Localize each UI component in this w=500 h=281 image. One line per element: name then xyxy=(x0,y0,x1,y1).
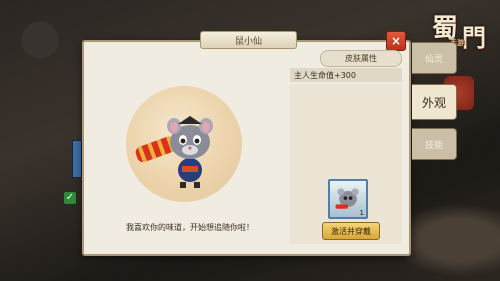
tab-label: 技能 xyxy=(424,140,443,151)
check-icon[interactable]: ✓ xyxy=(64,192,76,204)
pet-caption: 我喜欢你的味道，开始想追随你啦！ xyxy=(126,223,254,232)
tab-label: 外观 xyxy=(421,95,446,110)
skin-attributes-header: 皮肤属性 xyxy=(320,50,402,67)
pet-list-thumb[interactable] xyxy=(72,140,82,178)
tab-pet[interactable]: 仙灵 xyxy=(412,42,457,74)
attribute-row: 主人生命值+300 xyxy=(290,68,402,82)
activate-and-wear-button[interactable]: 激活并穿戴 xyxy=(322,222,380,240)
pet-name-tab: 鼠小仙 xyxy=(200,31,297,49)
attributes-panel xyxy=(290,84,402,244)
mouse-pet-icon xyxy=(135,116,213,188)
tab-skills[interactable]: 技能 xyxy=(412,128,457,160)
skin-item-slot[interactable]: 1 xyxy=(328,179,368,219)
item-quantity: 1 xyxy=(359,209,364,217)
logo-char: 門 xyxy=(462,23,486,52)
tab-label: 仙灵 xyxy=(424,54,443,65)
close-button[interactable]: × xyxy=(386,31,406,51)
tab-appearance[interactable]: 外观 xyxy=(412,84,457,120)
